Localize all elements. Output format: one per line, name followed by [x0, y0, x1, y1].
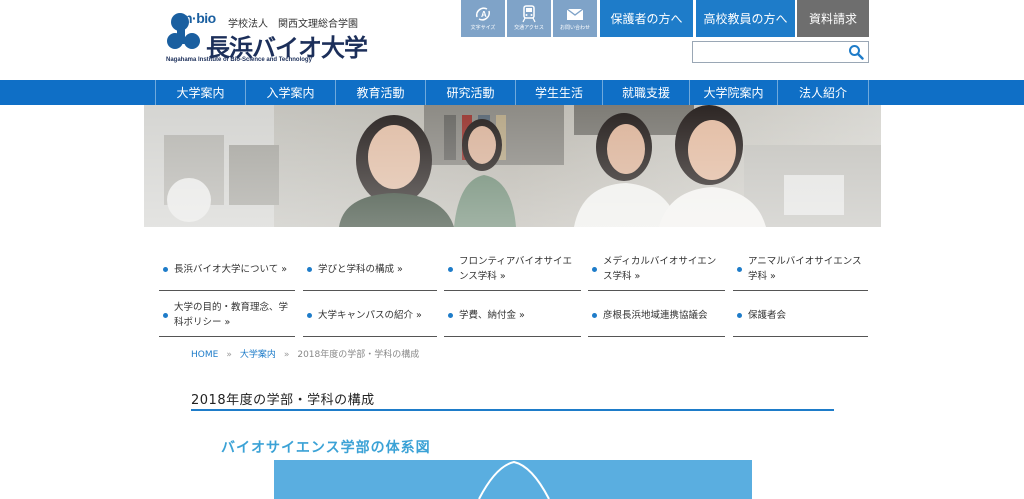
bullet-icon	[592, 266, 597, 272]
search-icon[interactable]	[848, 44, 864, 60]
train-icon	[522, 5, 536, 23]
breadcrumb-home[interactable]: HOME	[191, 350, 218, 360]
subnav-label: 学びと学科の構成 »	[318, 263, 403, 275]
subnav-learning-structure[interactable]: 学びと学科の構成 »	[303, 248, 437, 291]
subnav-label: 保護者会	[748, 309, 787, 321]
page-title: 2018年度の学部・学科の構成	[191, 389, 834, 411]
subnav-label: フロンティアバイオサイエンス学科 »	[459, 256, 572, 282]
mail-icon	[566, 8, 584, 20]
bullet-icon	[307, 312, 312, 318]
subnav-label: メディカルバイオサイエンス学科 »	[603, 256, 717, 282]
request-materials-button[interactable]: 資料請求	[797, 0, 869, 37]
site-header: n·bio 学校法人 関西文理総合学園 長浜バイオ大学 Nagahama Ins…	[0, 0, 1024, 80]
contact-label: お問い合わせ	[559, 25, 590, 31]
parents-button[interactable]: 保護者の方へ	[600, 0, 693, 37]
subnav-tuition[interactable]: 学費、納付金 »	[444, 294, 581, 337]
nav-item-research[interactable]: 研究活動	[425, 80, 515, 105]
nav-item-admissions[interactable]: 入学案内	[245, 80, 335, 105]
breadcrumb-separator: »	[283, 350, 290, 360]
font-size-button[interactable]: A 文字サイズ	[461, 0, 505, 37]
logo-english-name: Nagahama Institute of Bio-Science and Te…	[166, 57, 312, 63]
logo-nbio: n·bio	[184, 10, 216, 26]
nav-item-graduate[interactable]: 大学院案内	[689, 80, 777, 105]
bullet-icon	[448, 312, 453, 318]
teachers-button[interactable]: 高校教員の方へ	[696, 0, 795, 37]
nav-item-student-life[interactable]: 学生生活	[515, 80, 602, 105]
breadcrumb-separator: »	[226, 350, 232, 360]
bullet-icon	[163, 266, 168, 272]
subnav-label: 彦根長浜地域連携協議会	[603, 309, 708, 321]
subnav-animal-bioscience[interactable]: アニマルバイオサイエンス学科 »	[733, 248, 868, 291]
access-label: 交通アクセス	[514, 25, 544, 31]
nav-item-about[interactable]: 大学案内	[155, 80, 245, 105]
hero-photo	[144, 105, 881, 227]
bullet-icon	[163, 312, 168, 318]
search-input[interactable]	[693, 42, 843, 62]
main-nav: 大学案内 入学案内 教育活動 研究活動 学生生活 就職支援 大学院案内 法人紹介	[0, 80, 1024, 105]
subnav-medical-bioscience[interactable]: メディカルバイオサイエンス学科 »	[588, 248, 725, 291]
site-logo[interactable]: n·bio 学校法人 関西文理総合学園 長浜バイオ大学 Nagahama Ins…	[166, 8, 368, 64]
subnav-regional-council[interactable]: 彦根長浜地域連携協議会	[588, 294, 725, 337]
nav-item-education[interactable]: 教育活動	[335, 80, 425, 105]
svg-text:A: A	[481, 10, 487, 19]
breadcrumb-current: 2018年度の学部・学科の構成	[297, 350, 420, 360]
access-button[interactable]: 交通アクセス	[507, 0, 551, 37]
nav-item-career[interactable]: 就職支援	[602, 80, 689, 105]
bullet-icon	[307, 266, 312, 272]
bullet-icon	[737, 312, 742, 318]
subnav-label: 長浜バイオ大学について »	[174, 263, 288, 275]
subnav-label: 大学キャンパスの紹介 »	[318, 309, 422, 321]
students-in-lab-photo	[144, 105, 881, 227]
subnav-frontier-bioscience[interactable]: フロンティアバイオサイエンス学科 »	[444, 248, 581, 291]
breadcrumb-section[interactable]: 大学案内	[240, 350, 276, 360]
faculty-structure-diagram	[274, 460, 752, 499]
diagram-curve	[478, 460, 550, 499]
subnav-purpose-policy[interactable]: 大学の目的・教育理念、学科ポリシー »	[159, 294, 295, 337]
section-title: バイオサイエンス学部の体系図	[221, 440, 431, 456]
subnav-about-university[interactable]: 長浜バイオ大学について »	[159, 248, 295, 291]
subnav-parents-association[interactable]: 保護者会	[733, 294, 868, 337]
subnav-label: 学費、納付金 »	[459, 309, 525, 321]
subnav-campus[interactable]: 大学キャンパスの紹介 »	[303, 294, 437, 337]
nav-item-corporation[interactable]: 法人紹介	[777, 80, 869, 105]
subnav-label: 大学の目的・教育理念、学科ポリシー »	[174, 302, 289, 328]
bullet-icon	[737, 266, 742, 272]
contact-button[interactable]: お問い合わせ	[553, 0, 597, 37]
breadcrumb: HOME » 大学案内 » 2018年度の学部・学科の構成	[191, 347, 419, 360]
bullet-icon	[448, 266, 453, 272]
font-size-label: 文字サイズ	[470, 25, 496, 31]
search-box	[692, 41, 869, 63]
subnav-label: アニマルバイオサイエンス学科 »	[748, 256, 862, 282]
font-size-icon: A	[476, 7, 490, 21]
bullet-icon	[592, 312, 597, 318]
